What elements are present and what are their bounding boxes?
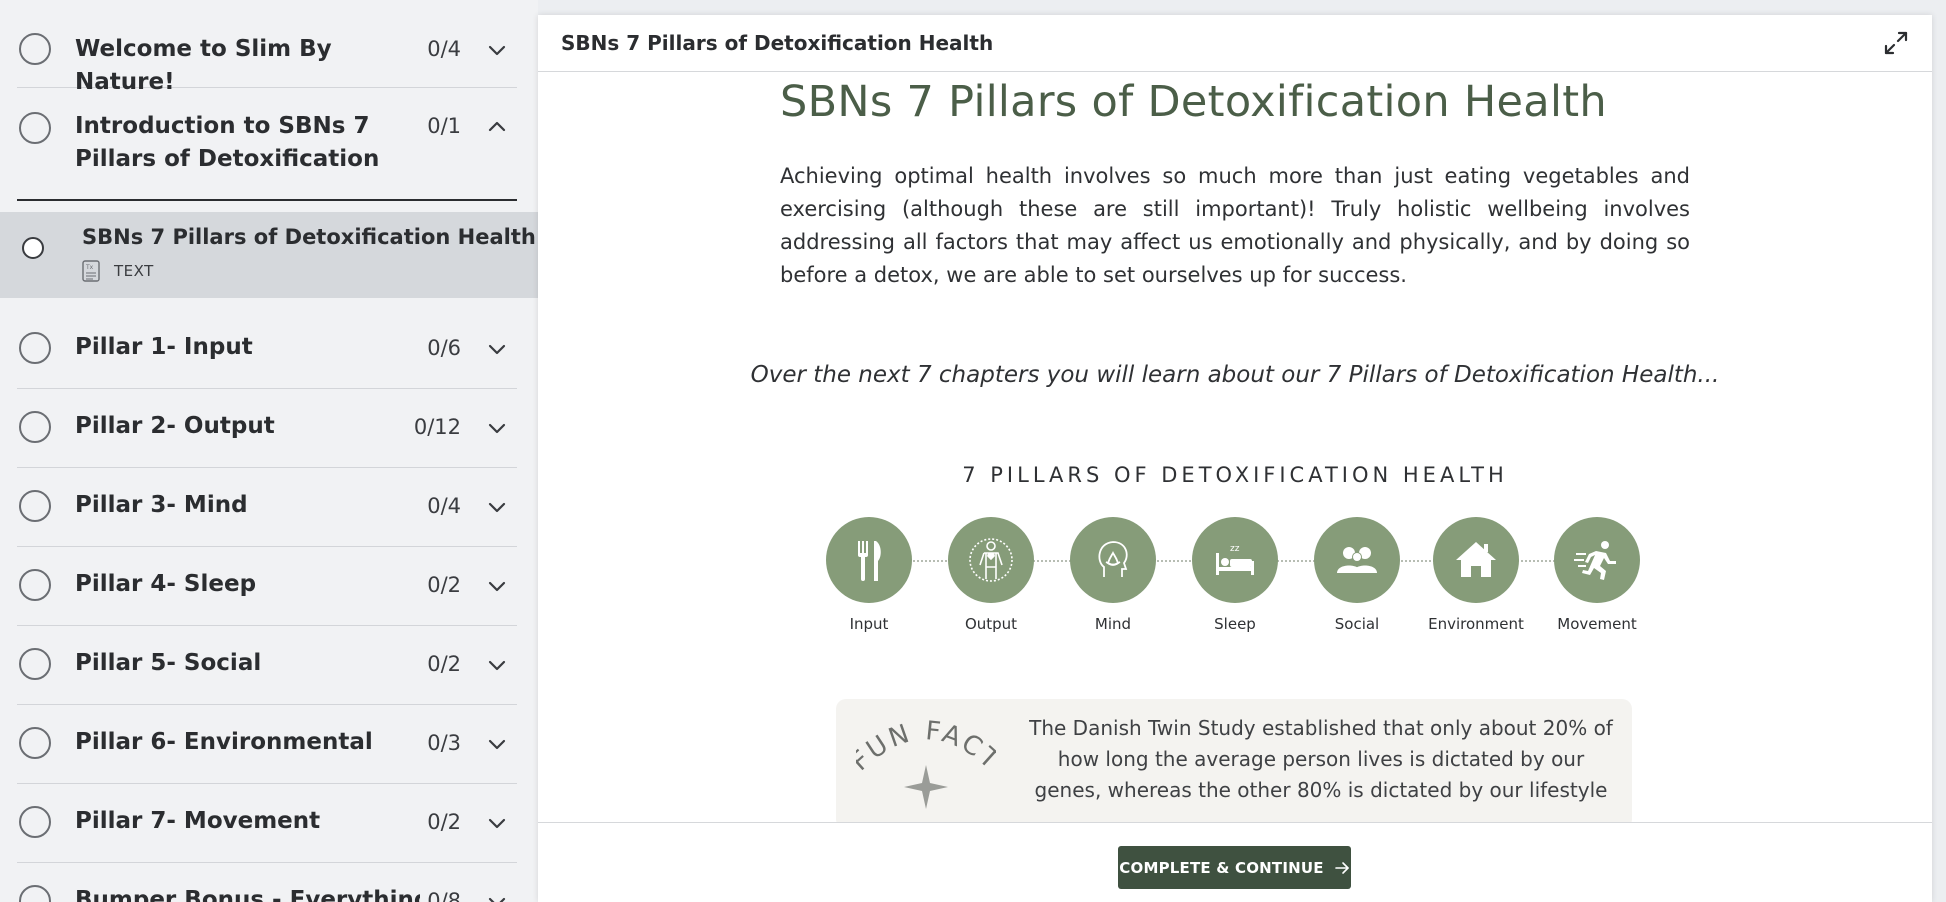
lesson-type-label: TEXT — [114, 262, 154, 280]
section-count: 0/2 — [427, 810, 461, 834]
progress-circle-icon — [19, 806, 51, 838]
lesson-intro-italic: Over the next 7 chapters you will learn … — [750, 362, 1720, 388]
section-pillar-5[interactable]: Pillar 5- Social 0/2 — [17, 626, 517, 705]
chevron-down-icon[interactable] — [485, 416, 509, 440]
complete-continue-button[interactable]: COMPLETE & CONTINUE — [1118, 846, 1351, 889]
section-pillar-6[interactable]: Pillar 6- Environmental 0/3 — [17, 705, 517, 784]
chevron-down-icon[interactable] — [485, 653, 509, 677]
lesson-title: SBNs 7 Pillars of Detoxification Health — [82, 225, 536, 249]
bed-icon: zz — [1192, 517, 1278, 603]
section-title: Pillar 1- Input — [75, 334, 253, 360]
pillar-movement: Movement — [1537, 517, 1657, 633]
section-title: Pillar 2- Output — [75, 413, 275, 439]
lesson-footer: COMPLETE & CONTINUE — [538, 822, 1932, 902]
head-lotus-icon — [1070, 517, 1156, 603]
course-sidebar: Welcome to Slim By Nature! 0/4 Introduct… — [0, 0, 538, 902]
lesson-panel: SBNs 7 Pillars of Detoxification Health … — [538, 15, 1932, 902]
section-count: 0/1 — [427, 114, 461, 138]
section-title: Bumper Bonus - Everything you — [75, 887, 420, 902]
cta-label: COMPLETE & CONTINUE — [1119, 858, 1324, 877]
pillar-label: Social — [1334, 615, 1380, 633]
chevron-down-icon[interactable] — [485, 495, 509, 519]
pillars-graphic-title: 7 PILLARS OF DETOXIFICATION HEALTH — [962, 463, 1508, 487]
section-pillar-1[interactable]: Pillar 1- Input 0/6 — [17, 310, 517, 389]
lesson-content: SBNs 7 Pillars of Detoxification Health … — [538, 72, 1932, 822]
chevron-down-icon[interactable] — [485, 574, 509, 598]
runner-icon — [1554, 517, 1640, 603]
section-count: 0/2 — [427, 652, 461, 676]
progress-circle-icon — [19, 332, 51, 364]
fun-fact-badge: FUN FACT — [845, 716, 1004, 817]
section-introduction[interactable]: Introduction to SBNs 7 Pillars of Detoxi… — [17, 88, 517, 201]
fun-fact-box: FUN FACT The Danish Twin Study establish… — [836, 699, 1632, 822]
body-heart-icon — [948, 517, 1034, 603]
chevron-up-icon[interactable] — [485, 115, 509, 139]
section-welcome[interactable]: Welcome to Slim By Nature! 0/4 — [17, 0, 517, 95]
text-document-icon: Tx — [82, 260, 100, 282]
section-count: 0/3 — [427, 731, 461, 755]
section-title: Pillar 5- Social — [75, 650, 262, 676]
progress-circle-icon — [19, 411, 51, 443]
section-pillar-2[interactable]: Pillar 2- Output 0/12 — [17, 389, 517, 468]
pillar-label: Mind — [1094, 615, 1132, 633]
section-count: 0/4 — [427, 494, 461, 518]
progress-circle-icon — [19, 33, 51, 65]
section-title: Introduction to SBNs 7 Pillars of Detoxi… — [75, 113, 380, 172]
chevron-down-icon[interactable] — [485, 337, 509, 361]
section-title: Pillar 3- Mind — [75, 492, 248, 518]
pillar-label: Movement — [1557, 615, 1637, 633]
section-pillar-4[interactable]: Pillar 4- Sleep 0/2 — [17, 547, 517, 626]
section-pillar-7[interactable]: Pillar 7- Movement 0/2 — [17, 784, 517, 863]
lesson-topbar-title: SBNs 7 Pillars of Detoxification Health — [561, 31, 994, 55]
section-count: 0/2 — [427, 573, 461, 597]
svg-text:Tx: Tx — [85, 264, 94, 271]
pillar-label: Input — [849, 615, 889, 633]
pillar-output: Output — [931, 517, 1051, 633]
lesson-status-icon — [22, 237, 44, 259]
chevron-down-icon[interactable] — [485, 732, 509, 756]
chevron-down-icon[interactable] — [485, 38, 509, 62]
people-icon — [1314, 517, 1400, 603]
section-count: 0/8 — [427, 889, 461, 902]
section-title: Pillar 7- Movement — [75, 808, 321, 834]
fork-knife-icon — [826, 517, 912, 603]
pillar-social: Social — [1297, 517, 1417, 633]
pillar-label: Sleep — [1214, 615, 1256, 633]
pillar-label: Output — [964, 615, 1018, 633]
chevron-down-icon[interactable] — [485, 890, 509, 902]
fun-fact-text: The Danish Twin Study established that o… — [1029, 716, 1613, 802]
chevron-down-icon[interactable] — [485, 811, 509, 835]
section-count: 0/12 — [413, 415, 461, 439]
progress-circle-icon — [19, 648, 51, 680]
svg-text:zz: zz — [1230, 544, 1240, 554]
progress-circle-icon — [19, 569, 51, 601]
section-pillar-3[interactable]: Pillar 3- Mind 0/4 — [17, 468, 517, 547]
section-title: Pillar 6- Environmental — [75, 729, 373, 755]
lesson-topbar: SBNs 7 Pillars of Detoxification Health — [538, 15, 1932, 72]
progress-circle-icon — [19, 112, 51, 144]
progress-circle-icon — [19, 885, 51, 902]
pillar-label: Environment — [1428, 615, 1524, 633]
progress-circle-icon — [19, 727, 51, 759]
lesson-heading: SBNs 7 Pillars of Detoxification Health — [780, 77, 1607, 127]
pillar-input: Input — [809, 517, 929, 633]
pillar-sleep: zz Sleep — [1175, 517, 1295, 633]
section-count: 0/4 — [427, 37, 461, 61]
expand-icon[interactable] — [1882, 29, 1910, 57]
pillar-environment: Environment — [1416, 517, 1536, 633]
section-count: 0/6 — [427, 336, 461, 360]
house-icon — [1433, 517, 1519, 603]
pillars-graphic: Input Output Mind zz Sleep Social Enviro… — [826, 517, 1646, 637]
section-bumper-bonus[interactable]: Bumper Bonus - Everything you 0/8 — [17, 863, 517, 902]
pillar-mind: Mind — [1053, 517, 1173, 633]
lesson-item-active[interactable]: SBNs 7 Pillars of Detoxification Health … — [0, 212, 538, 298]
arrow-right-icon — [1334, 861, 1349, 874]
section-title: Pillar 4- Sleep — [75, 571, 257, 597]
progress-circle-icon — [19, 490, 51, 522]
lesson-paragraph: Achieving optimal health involves so muc… — [780, 164, 1690, 287]
